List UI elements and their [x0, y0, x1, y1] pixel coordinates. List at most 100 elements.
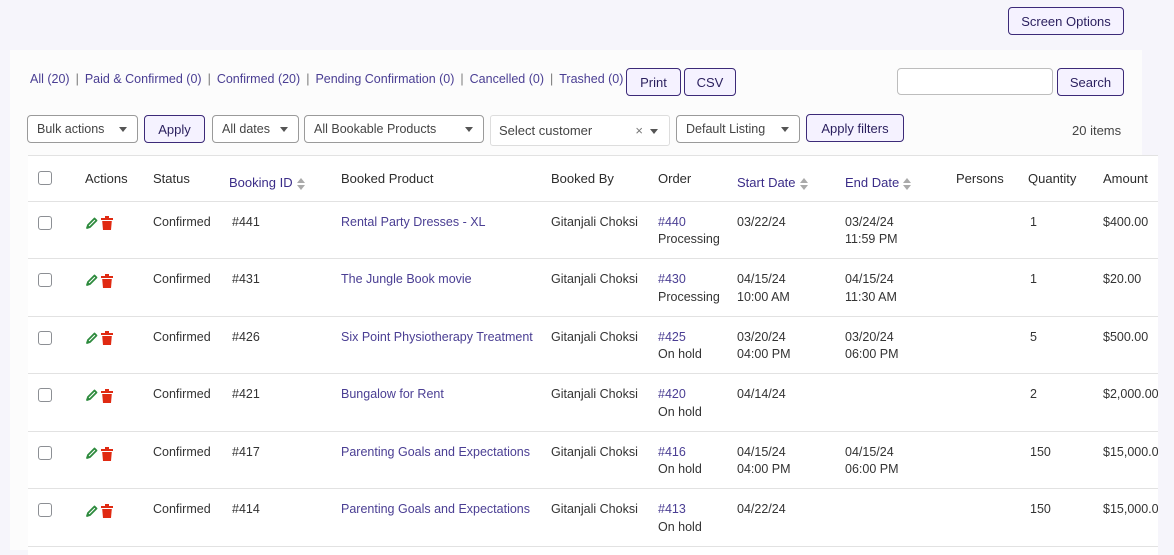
row-status: Confirmed	[153, 502, 211, 517]
pencil-icon[interactable]	[85, 505, 98, 518]
row-start-time: 10:00 AM	[737, 289, 790, 304]
row-checkbox[interactable]	[38, 273, 52, 288]
row-order-status: On hold	[658, 347, 702, 362]
column-booking-id-label: Booking ID	[229, 175, 293, 190]
row-order-status: On hold	[658, 519, 702, 534]
items-count: 20 items	[1072, 123, 1122, 138]
trash-icon[interactable]	[101, 504, 114, 519]
row-end-time: 06:00 PM	[845, 462, 899, 477]
row-order-link[interactable]: #420	[658, 386, 737, 404]
row-end-time: 06:00 PM	[845, 347, 899, 362]
caret-down-icon	[465, 127, 473, 132]
column-persons: Persons	[956, 171, 1004, 186]
row-quantity: 150	[1030, 502, 1051, 517]
column-end-date[interactable]: End Date	[845, 156, 956, 201]
column-booked-by: Booked By	[551, 171, 614, 186]
row-start-date: 03/20/24	[737, 329, 786, 344]
column-booking-id[interactable]: Booking ID	[229, 156, 341, 201]
column-start-date[interactable]: Start Date	[737, 156, 845, 201]
row-booked-by: Gitanjali Choksi	[551, 214, 638, 229]
apply-button[interactable]: Apply	[144, 115, 205, 143]
row-order-link[interactable]: #440	[658, 214, 737, 232]
customer-select[interactable]: Select customer ×	[490, 115, 670, 146]
row-persons	[956, 259, 1028, 317]
view-trashed[interactable]: Trashed (0)	[559, 72, 623, 86]
row-booked-by: Gitanjali Choksi	[551, 502, 638, 517]
row-checkbox[interactable]	[38, 503, 52, 518]
column-start-date-label: Start Date	[737, 175, 796, 190]
table-row: Confirmed #426 Six Point Physiotherapy T…	[28, 316, 1158, 374]
row-booked-product-link[interactable]: Rental Party Dresses - XL	[341, 215, 486, 229]
table-row: Confirmed #417 Parenting Goals and Expec…	[28, 431, 1158, 489]
row-status: Confirmed	[153, 387, 211, 402]
row-booked-product-link[interactable]: Bungalow for Rent	[341, 387, 444, 401]
row-persons	[956, 374, 1028, 432]
pencil-icon[interactable]	[85, 217, 98, 230]
clear-x-icon[interactable]: ×	[635, 123, 643, 138]
dates-filter-select[interactable]: All dates	[212, 115, 299, 143]
search-button[interactable]: Search	[1057, 68, 1124, 96]
row-booked-product-link[interactable]: Six Point Physiotherapy Treatment	[341, 330, 533, 344]
row-order-link[interactable]: #425	[658, 329, 737, 347]
trash-icon[interactable]	[101, 216, 114, 231]
row-order-link[interactable]: #430	[658, 271, 737, 289]
pencil-icon[interactable]	[85, 332, 98, 345]
trash-icon[interactable]	[101, 388, 114, 403]
row-booking-id: #414	[232, 502, 260, 517]
apply-filters-button[interactable]: Apply filters	[806, 114, 904, 142]
row-checkbox[interactable]	[38, 445, 52, 460]
trash-icon[interactable]	[101, 446, 114, 461]
column-amount: Amount	[1103, 171, 1148, 186]
print-button[interactable]: Print	[626, 68, 681, 96]
bookings-table: Actions Status Booking ID Booked Product…	[28, 155, 1158, 555]
row-amount: $15,000.00	[1103, 502, 1158, 517]
row-checkbox[interactable]	[38, 215, 52, 230]
row-checkbox[interactable]	[38, 388, 52, 403]
row-amount: $20.00	[1103, 272, 1142, 287]
row-quantity: 1	[1030, 272, 1037, 287]
row-order-link[interactable]: #416	[658, 444, 737, 462]
row-quantity: 5	[1030, 329, 1037, 344]
row-persons	[956, 431, 1028, 489]
row-booking-id: #417	[232, 444, 260, 459]
table-row: Confirmed #441 Rental Party Dresses - XL…	[28, 201, 1158, 259]
row-checkbox[interactable]	[38, 330, 52, 345]
screen-options-button[interactable]: Screen Options	[1008, 7, 1124, 35]
row-booked-product-link[interactable]: Parenting Goals and Expectations	[341, 502, 530, 516]
row-booked-by: Gitanjali Choksi	[551, 387, 638, 402]
trash-icon[interactable]	[101, 273, 114, 288]
view-pending-confirmation[interactable]: Pending Confirmation (0)	[315, 72, 454, 86]
row-booked-product-link[interactable]: The Jungle Book movie	[341, 272, 472, 286]
row-start-date: 04/22/24	[737, 502, 786, 517]
row-persons	[956, 316, 1028, 374]
row-status: Confirmed	[153, 444, 211, 459]
caret-down-icon	[781, 127, 789, 132]
row-order-status: On hold	[658, 404, 702, 419]
table-header-row: Actions Status Booking ID Booked Product…	[28, 156, 1158, 201]
trash-icon[interactable]	[101, 331, 114, 346]
pencil-icon[interactable]	[85, 447, 98, 460]
pencil-icon[interactable]	[85, 389, 98, 402]
bulk-actions-select[interactable]: Bulk actions	[27, 115, 138, 143]
row-amount: $400.00	[1103, 214, 1149, 229]
row-start-date: 04/14/24	[737, 387, 786, 402]
row-start-time: 04:00 PM	[737, 462, 791, 477]
row-booked-product-link[interactable]: Parenting Goals and Expectations	[341, 445, 530, 459]
table-row: Confirmed #414 Parenting Goals and Expec…	[28, 489, 1158, 547]
pencil-icon[interactable]	[85, 274, 98, 287]
csv-button[interactable]: CSV	[684, 68, 736, 96]
column-quantity: Quantity	[1028, 171, 1077, 186]
listing-filter-select[interactable]: Default Listing	[676, 115, 800, 143]
products-filter-select[interactable]: All Bookable Products	[304, 115, 484, 143]
row-start-date: 04/15/24	[737, 444, 786, 459]
row-order-link[interactable]: #413	[658, 501, 737, 519]
row-status: Confirmed	[153, 329, 211, 344]
search-input[interactable]	[897, 68, 1053, 95]
view-cancelled[interactable]: Cancelled (0)	[470, 72, 544, 86]
view-all[interactable]: All (20)	[30, 72, 70, 86]
select-all-checkbox[interactable]	[38, 171, 52, 185]
view-paid-confirmed[interactable]: Paid & Confirmed (0)	[85, 72, 202, 86]
view-confirmed[interactable]: Confirmed (20)	[217, 72, 300, 86]
customer-placeholder: Select customer	[499, 123, 593, 138]
row-booking-id: #431	[232, 272, 260, 287]
